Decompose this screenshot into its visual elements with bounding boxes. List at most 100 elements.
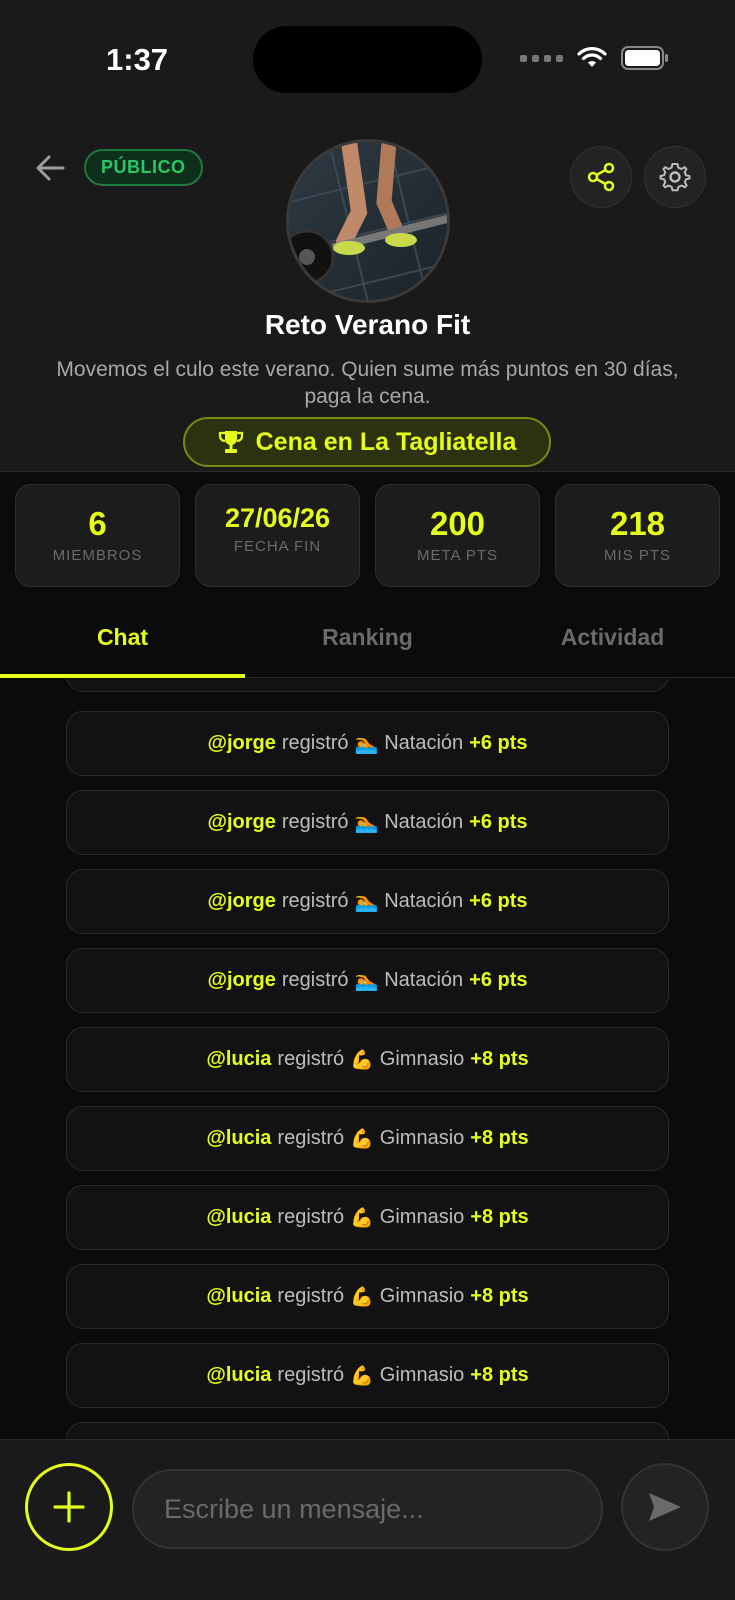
message-user: @lucia (206, 1206, 272, 1228)
prize-pill: Cena en La Tagliatella (183, 417, 551, 467)
message-input[interactable] (132, 1469, 603, 1549)
stat-label: MIS PTS (603, 547, 671, 564)
chat-feed[interactable]: @jorge registró 🏊 Natación +6 pts @jorge… (0, 679, 735, 1439)
chat-message: @jorge registró 🏊 Natación +6 pts (66, 948, 669, 1013)
chat-message: @jorge registró 🏊 Natación +6 pts (66, 711, 669, 776)
chat-message-partial (66, 1422, 669, 1439)
message-activity: Gimnasio (379, 1206, 465, 1228)
tab-ranking[interactable]: Ranking (245, 605, 490, 677)
message-activity: Natación (384, 811, 464, 833)
message-verb: registró (277, 1206, 345, 1228)
message-activity: Gimnasio (379, 1048, 465, 1070)
message-verb: registró (277, 1285, 345, 1307)
flexed-biceps-icon: 💪 (350, 1286, 374, 1308)
flexed-biceps-icon: 💪 (350, 1365, 374, 1387)
chat-message: @lucia registró 💪 Gimnasio +8 pts (66, 1264, 669, 1329)
message-points: +8 pts (470, 1364, 529, 1386)
flexed-biceps-icon: 💪 (350, 1049, 374, 1071)
send-icon (649, 1493, 681, 1521)
message-verb: registró (281, 732, 349, 754)
chat-message: @lucia registró 💪 Gimnasio +8 pts (66, 1106, 669, 1171)
message-user: @jorge (207, 890, 276, 912)
tab-activity[interactable]: Actividad (490, 605, 735, 677)
stat-label: FECHA FIN (233, 538, 322, 555)
add-activity-button[interactable] (25, 1463, 113, 1551)
stat-label: MIEMBROS (52, 547, 143, 564)
plus-icon (53, 1491, 85, 1523)
chat-message: @lucia registró 💪 Gimnasio +8 pts (66, 1343, 669, 1408)
message-activity: Gimnasio (379, 1285, 465, 1307)
stats-row: 6 MIEMBROS 27/06/26 FECHA FIN 200 META P… (15, 484, 721, 587)
signal-icon (520, 54, 563, 62)
stat-value: 218 (609, 505, 666, 542)
message-user: @lucia (206, 1127, 272, 1149)
swimming-icon: 🏊 (354, 812, 379, 834)
status-icons (520, 46, 669, 70)
message-points: +6 pts (469, 732, 528, 754)
prize-text: Cena en La Tagliatella (255, 427, 517, 456)
message-verb: registró (281, 811, 349, 833)
chat-message: @lucia registró 💪 Gimnasio +8 pts (66, 1185, 669, 1250)
swimming-icon: 🏊 (354, 970, 379, 992)
message-activity: Natación (384, 969, 464, 991)
message-user: @lucia (206, 1285, 272, 1307)
tab-chat[interactable]: Chat (0, 605, 245, 678)
message-user: @jorge (207, 969, 276, 991)
composer-bar (0, 1439, 735, 1600)
stat-goal-points: 200 META PTS (375, 484, 540, 587)
message-verb: registró (277, 1364, 345, 1386)
message-points: +8 pts (470, 1285, 529, 1307)
swimming-icon: 🏊 (354, 891, 379, 913)
chat-message: @lucia registró 💪 Gimnasio +8 pts (66, 1027, 669, 1092)
stat-value: 200 (429, 505, 486, 542)
group-title: Reto Verano Fit (264, 309, 471, 340)
visibility-badge: PÚBLICO (84, 149, 203, 186)
message-points: +8 pts (470, 1127, 529, 1149)
flexed-biceps-icon: 💪 (350, 1207, 374, 1229)
group-avatar (286, 139, 450, 303)
stat-value: 6 (88, 505, 107, 542)
settings-button[interactable] (644, 146, 706, 208)
wifi-icon (577, 47, 607, 67)
flexed-biceps-icon: 💪 (350, 1128, 374, 1150)
gear-icon (659, 163, 691, 192)
message-user: @lucia (206, 1364, 272, 1386)
message-user: @lucia (206, 1048, 272, 1070)
message-points: +6 pts (469, 811, 528, 833)
send-button[interactable] (621, 1463, 709, 1551)
message-verb: registró (277, 1048, 345, 1070)
message-activity: Natación (384, 732, 464, 754)
message-points: +8 pts (470, 1206, 529, 1228)
message-points: +6 pts (469, 969, 528, 991)
chat-message: @jorge registró 🏊 Natación +6 pts (66, 869, 669, 934)
share-icon (587, 162, 615, 192)
chat-message: @jorge registró 🏊 Natación +6 pts (66, 790, 669, 855)
chat-message-partial (66, 679, 669, 692)
message-points: +6 pts (469, 890, 528, 912)
trophy-icon (218, 431, 243, 453)
tab-bar: Chat Ranking Actividad (0, 605, 735, 678)
group-header: PÚBLICO Reto Verano Fit Movemos el culo … (0, 120, 735, 472)
stat-value: 27/06/26 (224, 503, 331, 533)
group-description: Movemos el culo este verano. Quien sume … (56, 358, 679, 408)
dynamic-island (253, 26, 482, 93)
stat-end-date: 27/06/26 FECHA FIN (195, 484, 360, 587)
back-button[interactable] (32, 150, 68, 186)
stat-members: 6 MIEMBROS (15, 484, 180, 587)
share-button[interactable] (570, 146, 632, 208)
status-bar: 1:37 (0, 0, 735, 120)
stat-my-points: 218 MIS PTS (555, 484, 720, 587)
message-user: @jorge (207, 811, 276, 833)
message-user: @jorge (207, 732, 276, 754)
status-time: 1:37 (106, 42, 169, 77)
message-activity: Gimnasio (379, 1364, 465, 1386)
message-verb: registró (277, 1127, 345, 1149)
stat-label: META PTS (416, 547, 499, 564)
battery-icon (621, 46, 668, 70)
swimming-icon: 🏊 (354, 733, 379, 755)
message-points: +8 pts (470, 1048, 529, 1070)
arrow-left-icon (36, 155, 65, 181)
message-verb: registró (281, 969, 349, 991)
message-activity: Natación (384, 890, 464, 912)
message-activity: Gimnasio (379, 1127, 465, 1149)
